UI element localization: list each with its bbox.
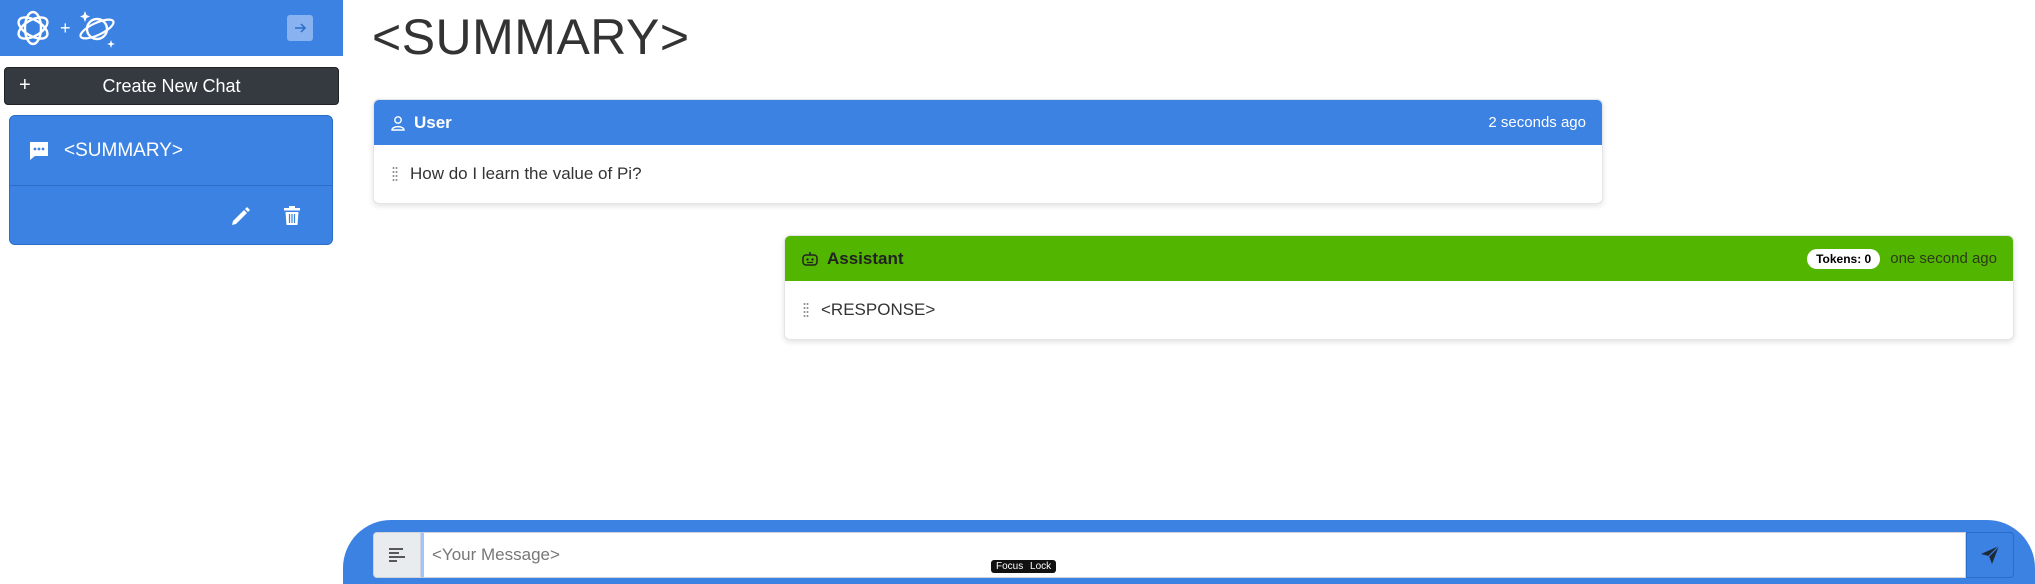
focus-lock-tooltip: Focus Lock — [991, 560, 1057, 573]
user-icon — [391, 115, 405, 131]
send-icon — [1981, 545, 2000, 564]
message-input[interactable] — [421, 532, 1966, 578]
assistant-role-label: Assistant — [827, 248, 904, 268]
arrow-right-icon — [295, 23, 307, 33]
pencil-icon[interactable] — [229, 204, 253, 228]
user-message-header: User 2 seconds ago — [374, 100, 1602, 145]
assistant-message-card: Assistant Tokens: 0 one second ago <RESP… — [784, 235, 2014, 340]
chat-list-item[interactable]: <SUMMARY> — [9, 115, 333, 245]
grip-icon[interactable] — [392, 166, 398, 182]
composer-input-group — [373, 532, 2014, 578]
chat-item-actions — [10, 186, 332, 244]
send-button[interactable] — [1966, 532, 2014, 578]
user-message-card: User 2 seconds ago How do I learn the va… — [373, 99, 1603, 204]
main-panel: <SUMMARY> User 2 seconds ago How do I le… — [343, 0, 2035, 584]
text-format-button[interactable] — [373, 532, 421, 578]
create-new-chat-label: Create New Chat — [102, 75, 241, 96]
user-message-time: 2 seconds ago — [1488, 114, 1586, 131]
text-format-icon — [389, 548, 405, 562]
assistant-message-body: <RESPONSE> — [785, 281, 2013, 339]
chat-item-header: <SUMMARY> — [10, 116, 332, 186]
brand-plus: + — [60, 17, 71, 38]
assistant-message-time: one second ago — [1890, 250, 1997, 267]
trash-icon[interactable] — [280, 204, 304, 228]
plus-icon: + — [19, 74, 31, 96]
chat-item-title: <SUMMARY> — [64, 139, 183, 161]
assistant-message-header: Assistant Tokens: 0 one second ago — [785, 236, 2013, 281]
assistant-message-text: <RESPONSE> — [821, 300, 936, 319]
user-message-body: How do I learn the value of Pi? — [374, 145, 1602, 203]
openai-logo-icon — [17, 10, 49, 46]
planet-sparkles-icon — [78, 11, 115, 48]
composer-bar: Focus Lock — [343, 520, 2035, 584]
sidebar: + + Create New Chat <SUMMARY> — [0, 0, 343, 584]
grip-icon[interactable] — [803, 302, 809, 318]
user-message-text: How do I learn the value of Pi? — [410, 164, 642, 183]
chat-bubble-icon — [30, 141, 48, 160]
user-role-label: User — [414, 112, 452, 132]
robot-icon — [802, 251, 818, 266]
brand-bar: + — [0, 0, 343, 56]
page-title: <SUMMARY> — [372, 9, 690, 65]
tokens-badge: Tokens: 0 — [1807, 248, 1881, 269]
collapse-sidebar-button[interactable] — [287, 15, 313, 41]
create-new-chat-button[interactable]: + Create New Chat — [4, 67, 339, 105]
